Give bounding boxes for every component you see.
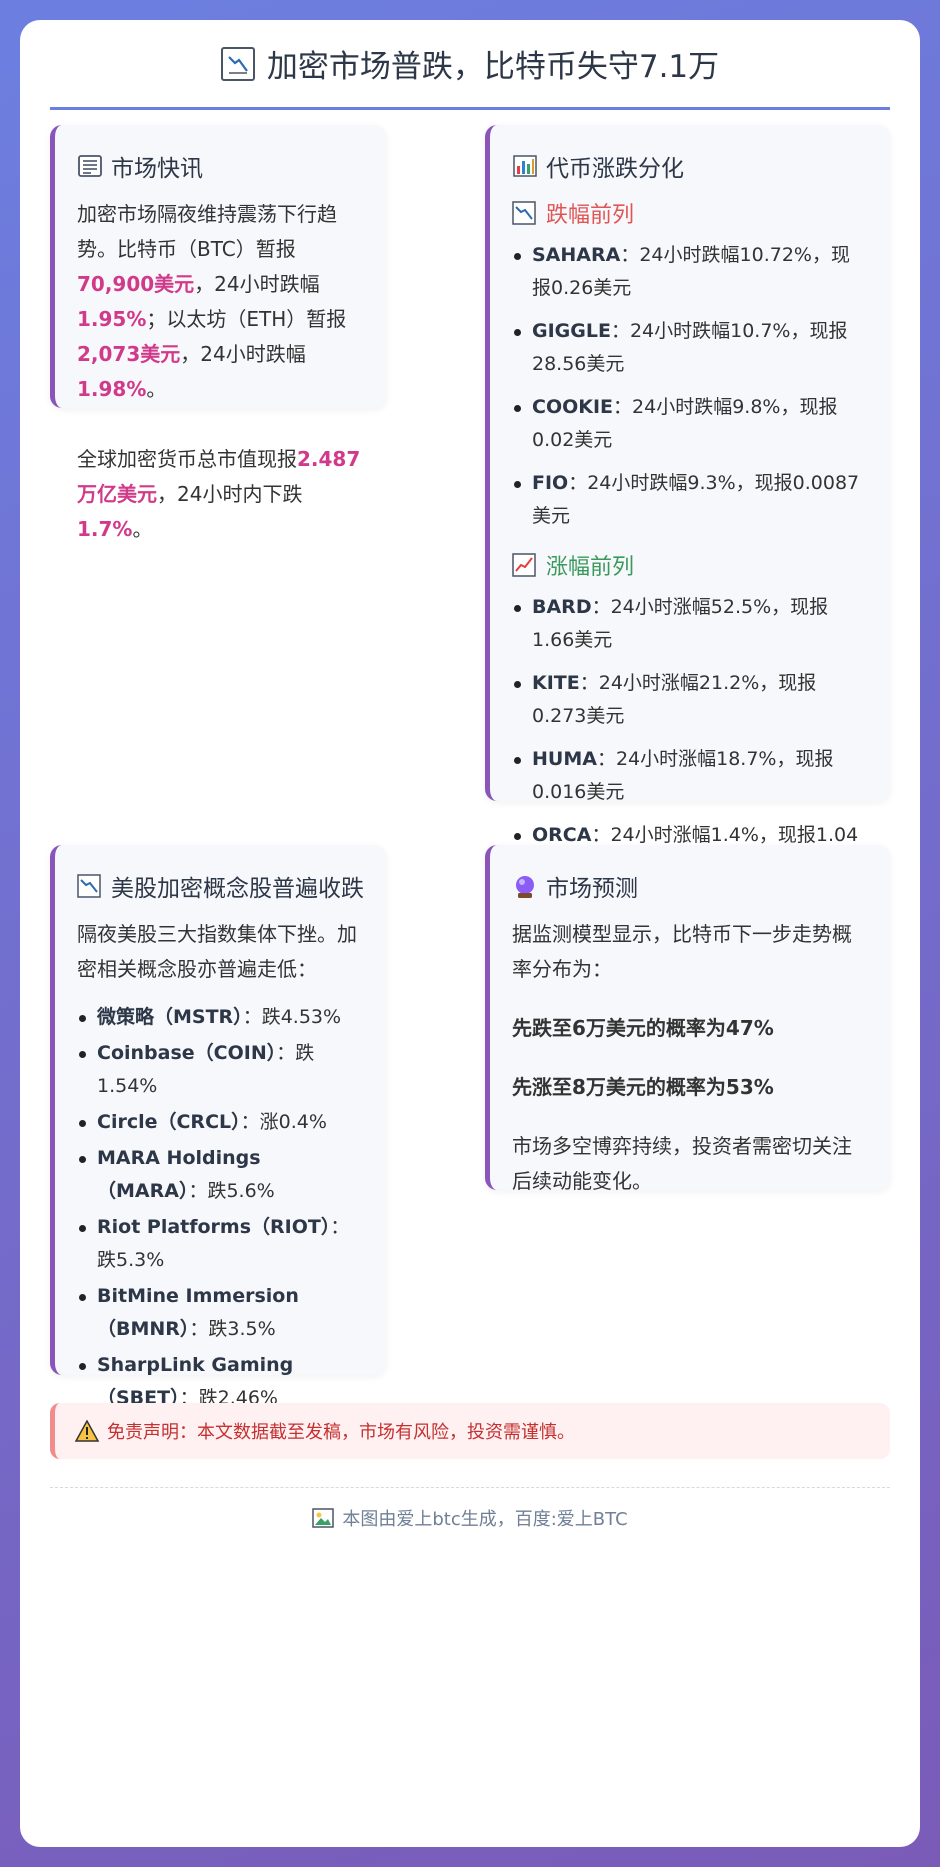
btc-change: 1.95% — [77, 307, 147, 331]
token-name: COOKIE — [532, 396, 614, 418]
stock-desc: ：跌3.5% — [189, 1318, 276, 1340]
stock-desc: ：跌5.6% — [188, 1180, 275, 1202]
news-paragraph-1: 加密市场隔夜维持震荡下行趋势。比特币（BTC）暂报70,900美元，24小时跌幅… — [77, 197, 364, 407]
chart-decreasing-icon — [512, 201, 538, 225]
list-item: GIGGLE：24小时跌幅10.7%，现报28.56美元 — [512, 315, 868, 381]
tokens-heading: 代币涨跌分化 — [512, 149, 868, 183]
warning-icon — [74, 1419, 100, 1442]
token-name: SAHARA — [532, 244, 621, 266]
list-item: MARA Holdings（MARA）：跌5.6% — [77, 1142, 364, 1208]
news-text: 加密市场隔夜维持震荡下行趋势。比特币（BTC）暂报 — [77, 202, 337, 261]
chart-increasing-icon — [512, 553, 538, 577]
gainers-list: BARD：24小时涨幅52.5%，现报1.66美元 KITE：24小时涨幅21.… — [512, 591, 868, 885]
eth-change: 1.98% — [77, 377, 147, 401]
stocks-section: 美股加密概念股普遍收跌 隔夜美股三大指数集体下挫。加密相关概念股亦普遍走低： 微… — [50, 845, 386, 1409]
list-item: Circle（CRCL）：涨0.4% — [77, 1106, 364, 1139]
stocks-list: 微策略（MSTR）：跌4.53% Coinbase（COIN）：跌1.54% C… — [77, 1001, 364, 1415]
stocks-heading-label: 美股加密概念股普遍收跌 — [111, 876, 364, 902]
stock-name: 微策略（MSTR） — [97, 1006, 243, 1028]
list-item: COOKIE：24小时跌幅9.8%，现报0.02美元 — [512, 391, 868, 457]
token-name: GIGGLE — [532, 320, 611, 342]
market-cap-change: 1.7% — [77, 517, 133, 541]
picture-icon — [312, 1507, 335, 1528]
forecast-up: 先涨至8万美元的概率为53% — [512, 1075, 774, 1099]
losers-list: SAHARA：24小时跌幅10.72%，现报0.26美元 GIGGLE：24小时… — [512, 239, 868, 533]
news-text: 。 — [146, 377, 167, 401]
list-item: FIO：24小时跌幅9.3%，现报0.0087美元 — [512, 467, 868, 533]
page-title: 加密市场普跌，比特币失守7.1万 — [266, 49, 720, 85]
news-text: ，24小时跌幅 — [194, 272, 320, 296]
token-name: FIO — [532, 472, 569, 494]
list-item: HUMA：24小时涨幅18.7%，现报0.016美元 — [512, 743, 868, 809]
page-header: 加密市场普跌，比特币失守7.1万 — [50, 20, 890, 110]
list-item: 微策略（MSTR）：跌4.53% — [77, 1001, 364, 1034]
bar-chart-icon — [512, 154, 538, 178]
news-text: 。 — [132, 517, 153, 541]
gainers-heading-label: 涨幅前列 — [546, 555, 635, 580]
losers-heading: 跌幅前列 — [512, 197, 868, 229]
news-text: ；以太坊（ETH）暂报 — [146, 307, 347, 331]
tokens-heading-label: 代币涨跌分化 — [546, 156, 684, 182]
list-item: BARD：24小时涨幅52.5%，现报1.66美元 — [512, 591, 868, 657]
news-text: 全球加密货币总市值现报 — [77, 447, 297, 471]
token-desc: ：24小时跌幅9.3%，现报0.0087美元 — [532, 472, 860, 527]
list-item: SAHARA：24小时跌幅10.72%，现报0.26美元 — [512, 239, 868, 305]
list-item: Coinbase（COIN）：跌1.54% — [77, 1037, 364, 1103]
footer-text: 本图由爱上btc生成，百度:爱上BTC — [342, 1508, 628, 1530]
chart-decreasing-icon — [220, 46, 255, 81]
newspaper-icon — [77, 154, 103, 178]
list-item: Riot Platforms（RIOT）：跌5.3% — [77, 1211, 364, 1277]
forecast-intro: 据监测模型显示，比特币下一步走势概率分布为： — [512, 922, 852, 981]
forecast-heading: 市场预测 — [512, 869, 868, 903]
forecast-down: 先跌至6万美元的概率为47% — [512, 1016, 774, 1040]
btc-price: 70,900美元 — [77, 272, 195, 296]
news-paragraph-2: 全球加密货币总市值现报2.487万亿美元，24小时内下跌1.7%。 — [77, 442, 364, 547]
token-name: KITE — [532, 672, 580, 694]
list-item: BitMine Immersion（BMNR）：跌3.5% — [77, 1280, 364, 1346]
disclaimer-text: 免责声明：本文数据截至发稿，市场有风险，投资需谨慎。 — [107, 1422, 575, 1443]
news-text: ，24小时内下跌 — [157, 482, 303, 506]
stocks-heading: 美股加密概念股普遍收跌 — [77, 869, 364, 903]
disclaimer: 免责声明：本文数据截至发稿，市场有风险，投资需谨慎。 — [50, 1403, 890, 1459]
report-card: 加密市场普跌，比特币失守7.1万 市场快讯 加密市场隔夜维持震荡下行趋势。比特币… — [20, 20, 920, 1847]
token-name: BARD — [532, 596, 592, 618]
token-name: ORCA — [532, 824, 592, 846]
tokens-section: 代币涨跌分化 跌幅前列 SAHARA：24小时跌幅10.72%，现报0.26美元… — [485, 125, 890, 879]
stock-name: Coinbase（COIN） — [97, 1042, 277, 1064]
forecast-outro: 市场多空博弈持续，投资者需密切关注后续动能变化。 — [512, 1134, 852, 1193]
stocks-intro: 隔夜美股三大指数集体下挫。加密相关概念股亦普遍走低： — [77, 922, 357, 981]
crystal-ball-icon — [512, 874, 538, 898]
stock-name: Riot Platforms（RIOT） — [97, 1216, 331, 1238]
forecast-section: 市场预测 据监测模型显示，比特币下一步走势概率分布为： 先跌至6万美元的概率为4… — [485, 845, 890, 1193]
news-heading-label: 市场快讯 — [111, 156, 203, 182]
list-item: KITE：24小时涨幅21.2%，现报0.273美元 — [512, 667, 868, 733]
gainers-heading: 涨幅前列 — [512, 549, 868, 581]
losers-heading-label: 跌幅前列 — [546, 203, 635, 228]
chart-decreasing-icon — [77, 874, 103, 898]
eth-price: 2,073美元 — [77, 342, 181, 366]
stock-name: Circle（CRCL） — [97, 1111, 241, 1133]
news-text: ，24小时跌幅 — [180, 342, 306, 366]
forecast-heading-label: 市场预测 — [546, 876, 638, 902]
stock-desc: ：涨0.4% — [240, 1111, 327, 1133]
news-heading: 市场快讯 — [77, 149, 364, 183]
footer: 本图由爱上btc生成，百度:爱上BTC — [50, 1487, 890, 1547]
token-name: HUMA — [532, 748, 597, 770]
stock-desc: ：跌4.53% — [242, 1006, 342, 1028]
news-section: 市场快讯 加密市场隔夜维持震荡下行趋势。比特币（BTC）暂报70,900美元，2… — [50, 125, 386, 541]
